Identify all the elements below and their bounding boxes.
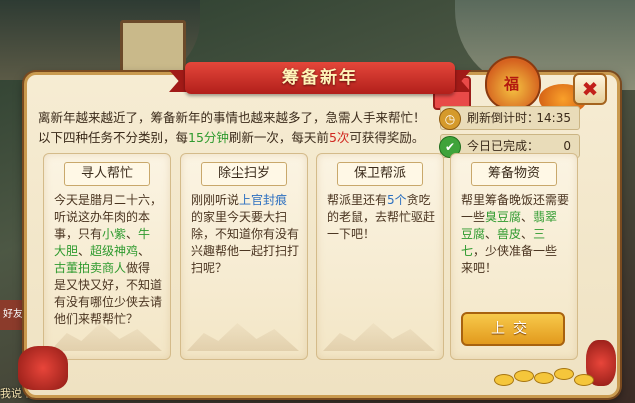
friends-side-button[interactable]: 好友 [0,300,26,330]
coin-icon [554,368,574,380]
mountain-decoration [323,323,435,351]
clock-icon: ◷ [439,108,461,130]
coin-icon [514,370,534,382]
close-button[interactable]: ✖ [573,73,607,105]
task-card-cleaning[interactable]: 除尘扫岁 刚刚听说上官封痕的家里今天要大扫除，不知道你有没有兴趣帮他一起打扫打扫… [180,153,308,360]
card-title: 保卫帮派 [337,162,423,186]
dialog-title: 筹备新年 [282,68,358,88]
card-description: 帮里筹备晚饭还需要一些臭豆腐、翡翠豆腐、兽皮、三七，少侠准备一些来吧！ [461,193,570,275]
intro-line-2: 以下四种任务不分类别，每15分钟刷新一次，每天前5次可获得奖励。 [38,130,425,145]
mountain-decoration [187,323,299,351]
lucky-bag-char: 福 [504,75,520,93]
refresh-value: 14:35 [536,111,571,125]
coin-icon [494,374,514,386]
submit-button[interactable]: 上交 [461,312,565,346]
lucky-bag-icon: 福 [485,56,541,110]
task-card-find-help[interactable]: 寻人帮忙 今天是腊月二十六，听说这办年肉的本事，只有小紫、牛大胆、超级神鸡、古董… [43,153,171,360]
intro-line-1: 离新年越来越近了，筹备新年的事情也越来越多了，急需人手来帮忙！ [38,110,426,125]
coin-icon [574,374,594,386]
card-description: 帮派里还有5个贪吃的老鼠，去帮忙驱赶一下吧！ [327,193,436,241]
card-description: 刚刚听说上官封痕的家里今天要大扫除，不知道你有没有兴趣帮他一起打扫打扫呢？ [191,193,300,275]
firecracker-decoration [18,346,68,390]
refresh-countdown: ◷ 刷新倒计时： 14:35 [439,106,580,130]
task-card-defend-guild[interactable]: 保卫帮派 帮派里还有5个贪吃的老鼠，去帮忙驱赶一下吧！ [316,153,444,360]
card-description: 今天是腊月二十六，听说这办年肉的本事，只有小紫、牛大胆、超级神鸡、古董拍卖商人做… [54,193,163,326]
background-signboard [120,20,186,76]
gold-coins-decoration [490,352,620,392]
intro-text: 离新年越来越近了，筹备新年的事情也越来越多了，急需人手来帮忙！ 以下四种任务不分… [38,108,438,148]
dialog-title-banner: 福 筹备新年 [169,52,587,114]
completed-label: 今日已完成： [467,139,540,153]
coin-icon [534,372,554,384]
refresh-label: 刷新倒计时： [467,111,540,125]
card-title: 除尘扫岁 [201,162,287,186]
card-title: 筹备物资 [471,162,557,186]
card-title: 寻人帮忙 [64,162,150,186]
